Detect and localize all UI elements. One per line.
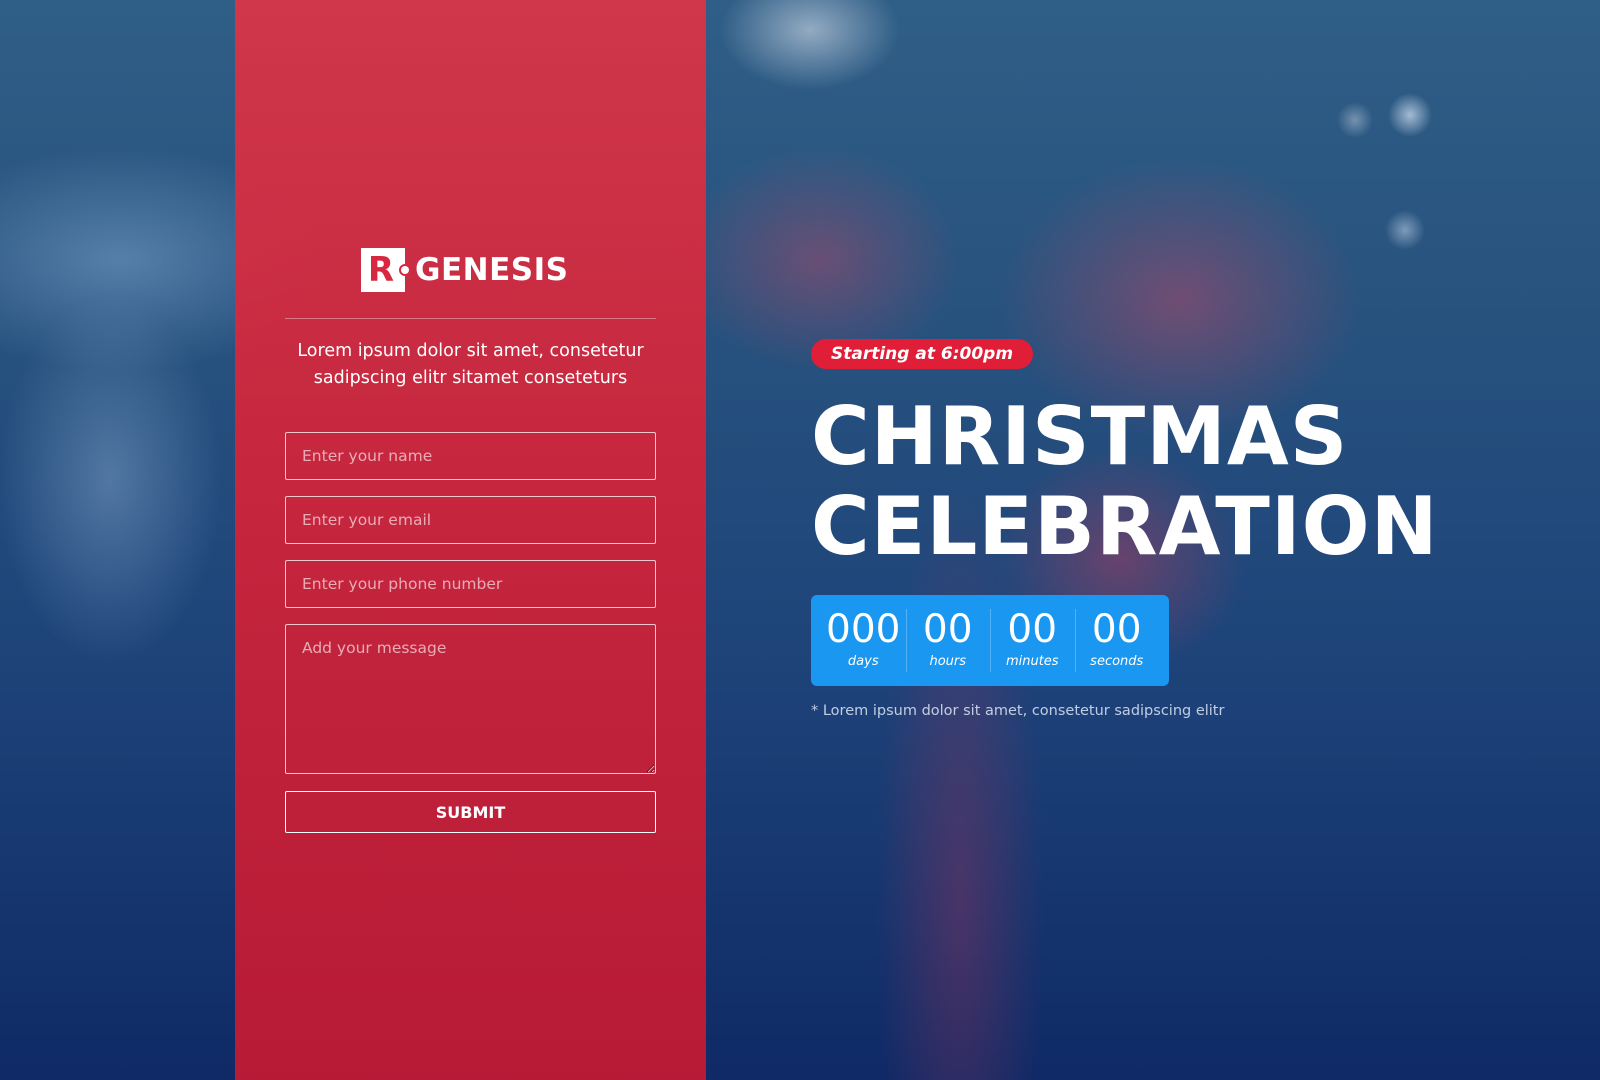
- divider: [285, 318, 656, 319]
- countdown-days: 000 days: [821, 595, 906, 686]
- event-title-line-2: CELEBRATION: [811, 480, 1439, 573]
- countdown-seconds-label: seconds: [1090, 654, 1144, 669]
- form-panel: R GENESIS Lorem ipsum dolor sit amet, co…: [235, 0, 706, 1080]
- logo-text: GENESIS: [415, 252, 569, 288]
- countdown-days-value: 000: [826, 607, 901, 652]
- brand-logo: R GENESIS: [361, 248, 568, 292]
- event-title-line-1: CHRISTMAS: [811, 390, 1349, 483]
- email-input[interactable]: [285, 496, 656, 544]
- countdown-minutes-label: minutes: [1005, 654, 1059, 669]
- submit-button[interactable]: SUBMIT: [285, 791, 656, 833]
- footnote-text: * Lorem ipsum dolor sit amet, consetetur…: [811, 703, 1225, 719]
- countdown-seconds: 00 seconds: [1074, 595, 1160, 686]
- countdown-minutes-value: 00: [1007, 607, 1058, 652]
- countdown-timer: 000 days 00 hours 00 minutes 00 seconds: [811, 595, 1169, 686]
- countdown-hours: 00 hours: [905, 595, 991, 686]
- event-title: CHRISTMAS CELEBRATION: [811, 392, 1581, 572]
- countdown-seconds-value: 00: [1091, 607, 1142, 652]
- form-intro-text: Lorem ipsum dolor sit amet, consetetur s…: [297, 341, 644, 388]
- countdown-minutes: 00 minutes: [990, 595, 1075, 686]
- logo-mark-icon: R: [361, 248, 409, 292]
- countdown-hours-label: hours: [929, 654, 967, 669]
- name-input[interactable]: [285, 432, 656, 480]
- start-time-badge: Starting at 6:00pm: [811, 339, 1034, 369]
- landing-page: R GENESIS Lorem ipsum dolor sit amet, co…: [0, 0, 1600, 1080]
- countdown-hours-value: 00: [922, 607, 973, 652]
- message-textarea[interactable]: [285, 624, 656, 774]
- countdown-days-label: days: [847, 654, 879, 669]
- phone-input[interactable]: [285, 560, 656, 608]
- logo-letter: R: [367, 250, 395, 290]
